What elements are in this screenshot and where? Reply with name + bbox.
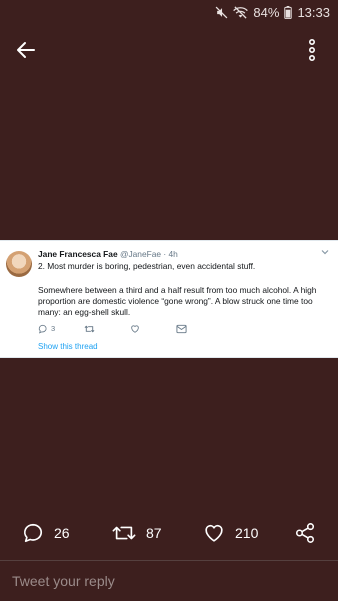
share-icon xyxy=(295,523,315,543)
media-action-bar: 26 87 210 xyxy=(0,518,338,548)
heart-icon xyxy=(205,524,223,542)
more-options-button[interactable] xyxy=(300,38,324,62)
comment-icon xyxy=(38,324,47,334)
tweet-inner-actions: 3 xyxy=(38,323,222,335)
tweet-reply-input[interactable] xyxy=(10,567,324,595)
inner-reply-count: 3 xyxy=(51,324,56,334)
avatar xyxy=(6,251,32,277)
more-vertical-icon xyxy=(309,38,316,61)
comment-icon xyxy=(24,523,43,543)
retweet-icon xyxy=(84,325,95,333)
reply-count: 26 xyxy=(54,525,70,541)
share-button[interactable] xyxy=(294,522,316,544)
clock: 13:33 xyxy=(297,4,330,20)
like-count: 210 xyxy=(235,525,259,541)
like-button[interactable]: 210 xyxy=(203,522,258,544)
battery-percent: 84% xyxy=(253,4,280,20)
inner-retweet xyxy=(84,324,130,334)
tweet-text-line1: 2. Most murder is boring, pedestrian, ev… xyxy=(38,261,256,271)
author-name: Jane Francesca Fae xyxy=(38,249,118,259)
tweet-text-line: proportion are domestic violence “gone w… xyxy=(38,295,313,306)
heart-icon xyxy=(131,325,139,333)
inner-like xyxy=(130,324,176,334)
status-bar: 84% 13:33 xyxy=(0,0,338,24)
tweet-header: Jane Francesca Fae @JaneFae · 4h xyxy=(38,249,318,260)
tweet-text-line: many: an egg-shell skull. xyxy=(38,306,131,317)
tweet-timestamp: 4h xyxy=(168,249,178,259)
battery-icon xyxy=(284,5,293,19)
mute-icon xyxy=(215,6,228,19)
back-button[interactable] xyxy=(14,38,38,62)
arrow-left-icon xyxy=(17,42,35,58)
retweet-button[interactable]: 87 xyxy=(112,522,162,544)
author-handle: @JaneFae xyxy=(119,249,162,259)
retweet-count: 87 xyxy=(146,525,162,541)
tweet-image[interactable]: Jane Francesca Fae @JaneFae · 4h 2. Most… xyxy=(0,240,338,358)
reply-button[interactable]: 26 xyxy=(22,522,70,544)
tweet-text-line: Somewhere between a third and a half res… xyxy=(38,285,317,295)
inner-message xyxy=(176,324,222,334)
tweet-text-paragraph: Somewhere between a third and a half res… xyxy=(38,285,328,318)
inner-reply: 3 xyxy=(38,324,84,334)
reply-bar xyxy=(0,560,338,601)
envelope-icon xyxy=(176,324,187,334)
show-thread-link: Show this thread xyxy=(38,342,98,351)
separator-dot: · xyxy=(163,249,167,259)
chevron-down-icon xyxy=(320,247,330,257)
wifi-icon xyxy=(233,5,249,19)
top-app-bar xyxy=(0,30,338,70)
retweet-icon xyxy=(112,526,136,540)
